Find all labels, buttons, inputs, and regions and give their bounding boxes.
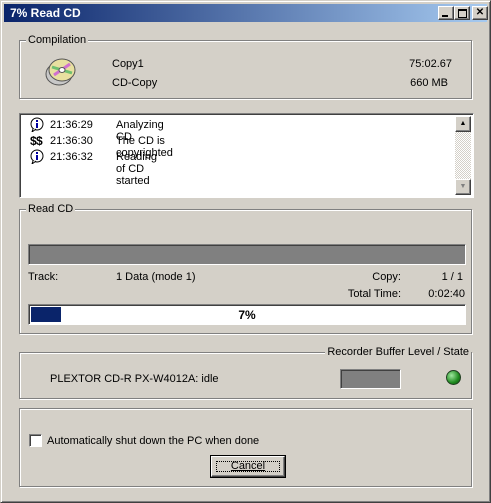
info-icon <box>30 117 44 134</box>
auto-shutdown-label[interactable]: Automatically shut down the PC when done <box>47 435 259 447</box>
minimize-icon <box>442 15 448 17</box>
buffer-level-indicator <box>340 369 401 389</box>
dialog-window: 7% Read CD ✕ Compilation Copy1 CD-Copy 7… <box>0 0 491 503</box>
recorder-state-led-icon <box>446 370 461 385</box>
compilation-group-label: Compilation <box>26 34 89 46</box>
scroll-down-button[interactable]: ▼ <box>455 179 471 195</box>
minimize-button[interactable] <box>438 6 454 20</box>
target-name: CD-Copy <box>112 77 158 89</box>
cancel-button[interactable]: Cancel <box>210 455 286 478</box>
progress-bar: 7% <box>28 304 466 325</box>
source-name: Copy1 <box>112 58 144 70</box>
total-time-value: 0:02:40 <box>428 288 465 300</box>
log-entry-time: 21:36:32 <box>50 151 93 163</box>
track-label: Track: <box>28 271 59 283</box>
close-icon: ✕ <box>475 7 485 18</box>
copy-value: 1 / 1 <box>441 271 463 283</box>
recorder-group: Recorder Buffer Level / State PLEXTOR CD… <box>19 346 472 399</box>
title-bar[interactable]: 7% Read CD ✕ <box>4 4 488 22</box>
read-activity-bar <box>28 244 466 265</box>
progress-percent: 7% <box>238 308 256 322</box>
close-button[interactable]: ✕ <box>472 6 488 20</box>
total-time-label: Total Time: <box>347 288 401 300</box>
compilation-duration: 75:02.67 <box>409 58 452 70</box>
compilation-group: Compilation Copy1 CD-Copy 75:02.67 660 M… <box>19 34 472 99</box>
maximize-button[interactable] <box>454 6 470 20</box>
cancel-focus-outline <box>216 461 280 472</box>
recorder-device-status: PLEXTOR CD-R PX-W4012A: idle <box>50 373 219 385</box>
recorder-group-label: Recorder Buffer Level / State <box>325 346 471 358</box>
copyright-dollar-icon: $ $ <box>30 133 44 148</box>
read-cd-group: Read CD Track: 1 Data (mode 1) Copy: 1 /… <box>19 203 472 334</box>
options-group: Automatically shut down the PC when done… <box>19 408 472 487</box>
info-icon <box>30 149 44 166</box>
log-list[interactable]: 21:36:29 Analyzing CD $ $21:36:30 The CD is … <box>19 113 474 198</box>
cd-stack-icon <box>45 58 76 86</box>
log-entry-time: 21:36:30 <box>50 135 93 147</box>
track-value: 1 Data (mode 1) <box>116 271 196 283</box>
scroll-up-button[interactable]: ▲ <box>455 116 471 132</box>
read-cd-group-label: Read CD <box>26 203 76 215</box>
log-entry-message: Reading of CD started <box>116 151 157 187</box>
log-scrollbar[interactable]: ▲ ▼ <box>455 116 471 195</box>
window-title: 7% Read CD <box>10 6 81 20</box>
log-entry-time: 21:36:29 <box>50 119 93 131</box>
svg-text:$: $ <box>36 134 43 148</box>
compilation-size: 660 MB <box>410 77 448 89</box>
maximize-icon <box>458 9 467 18</box>
copy-label: Copy: <box>372 271 401 283</box>
auto-shutdown-checkbox[interactable] <box>29 434 42 447</box>
